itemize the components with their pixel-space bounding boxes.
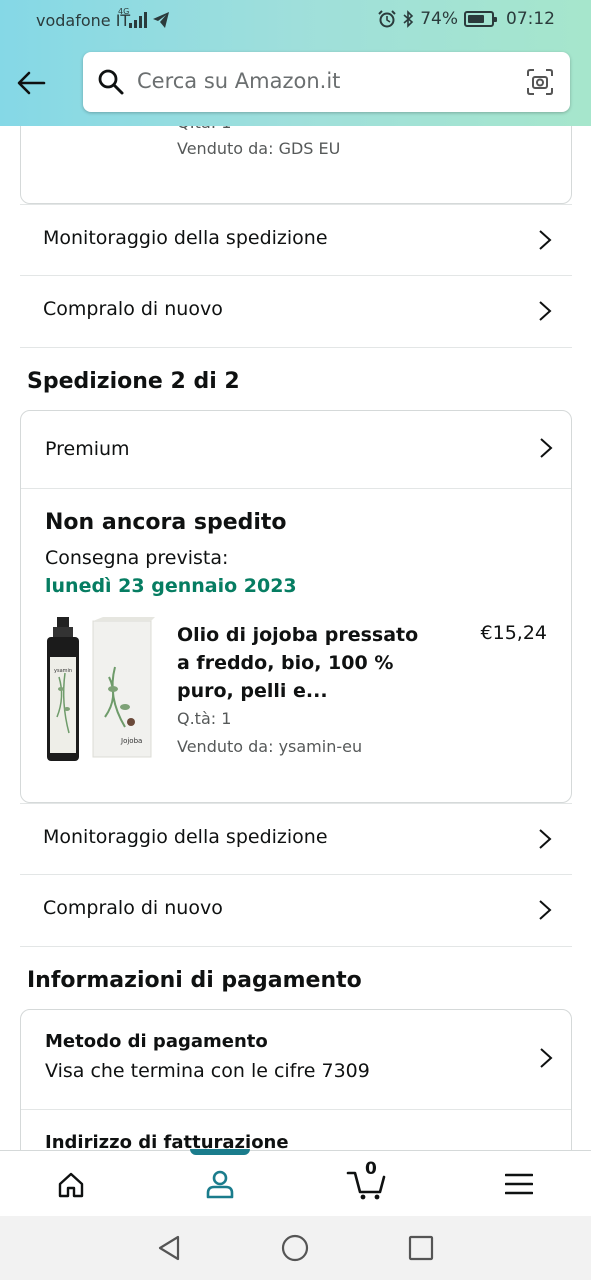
payment-card: Metodo di pagamento Visa che termina con… (20, 1009, 572, 1150)
chevron-right-icon (540, 438, 553, 458)
chevron-right-icon (539, 301, 552, 321)
delivery-label: Consegna prevista: (45, 547, 229, 569)
product-price: €15,24 (480, 622, 547, 644)
product-name[interactable]: Olio di jojoba pressato a freddo, bio, 1… (177, 621, 427, 705)
search-input[interactable]: Cerca su Amazon.it (137, 69, 340, 93)
status-right: 74% 07:12 (378, 9, 555, 29)
nav-cart[interactable]: 0 (318, 1151, 418, 1217)
search-icon (98, 69, 124, 95)
premium-row[interactable]: Premium (21, 411, 571, 489)
buy-again-label: Compralo di nuovo (43, 897, 223, 919)
system-recents-icon[interactable] (408, 1235, 434, 1261)
payment-method-row[interactable]: Metodo di pagamento Visa che termina con… (21, 1010, 571, 1110)
home-icon (58, 1172, 84, 1198)
payment-title: Informazioni di pagamento (27, 968, 362, 993)
status-bar: vodafone IT 4G 74% 07:12 (0, 0, 591, 42)
bottom-nav: 0 (0, 1149, 591, 1217)
tracking-row-shipment2[interactable]: Monitoraggio della spedizione (20, 803, 572, 875)
shipment-status: Non ancora spedito (45, 510, 287, 535)
account-icon (206, 1170, 234, 1199)
battery-icon (464, 11, 497, 27)
product-qty: Q.tà: 1 (177, 709, 232, 728)
buy-again-row-shipment1[interactable]: Compralo di nuovo (20, 276, 572, 348)
signal-icon (129, 12, 147, 28)
nav-menu[interactable] (467, 1151, 567, 1217)
active-indicator (190, 1149, 250, 1155)
chevron-right-icon (540, 1048, 553, 1068)
billing-address-label[interactable]: Indirizzo di fatturazione (45, 1132, 289, 1150)
nav-account[interactable] (175, 1149, 275, 1217)
product-image[interactable]: Jojoba ysamin (43, 617, 155, 761)
buy-again-row-shipment2[interactable]: Compralo di nuovo (20, 875, 572, 947)
chevron-right-icon (539, 900, 552, 920)
delivery-date: lunedì 23 gennaio 2023 (45, 575, 297, 597)
system-nav-bar (0, 1216, 591, 1280)
chevron-right-icon (539, 230, 552, 250)
nav-home[interactable] (21, 1151, 121, 1217)
payment-method-label: Metodo di pagamento (45, 1031, 268, 1052)
tracking-label: Monitoraggio della spedizione (43, 826, 328, 848)
clock: 07:12 (506, 9, 555, 29)
system-back-icon[interactable] (156, 1234, 182, 1262)
chevron-right-icon (539, 829, 552, 849)
shipment2-card: Premium Non ancora spedito Consegna prev… (20, 410, 572, 803)
alarm-icon (378, 10, 396, 28)
buy-again-label: Compralo di nuovo (43, 298, 223, 320)
item-seller: Venduto da: GDS EU (177, 139, 341, 158)
box-product-text: Jojoba (120, 737, 142, 745)
battery-percent: 74% (420, 9, 458, 29)
menu-icon (505, 1173, 533, 1195)
telegram-icon (153, 12, 169, 28)
tracking-label: Monitoraggio della spedizione (43, 227, 328, 249)
network-type: 4G (118, 7, 130, 16)
search-bar[interactable]: Cerca su Amazon.it (83, 52, 570, 112)
shipment2-title: Spedizione 2 di 2 (27, 369, 240, 394)
back-arrow-icon[interactable] (14, 66, 48, 100)
carrier-name: vodafone IT (36, 11, 131, 30)
premium-label: Premium (45, 438, 130, 460)
order-details-content[interactable]: Q.tà: 1 Venduto da: GDS EU Monitoraggio … (0, 0, 591, 1150)
cart-count: 0 (365, 1159, 377, 1179)
app-header: vodafone IT 4G 74% 07:12 Cerca su Amazon… (0, 0, 591, 126)
product-seller: Venduto da: ysamin-eu (177, 737, 363, 756)
system-home-icon[interactable] (281, 1234, 309, 1262)
payment-method-value: Visa che termina con le cifre 7309 (45, 1060, 370, 1082)
bluetooth-icon (403, 10, 414, 28)
tracking-row-shipment1[interactable]: Monitoraggio della spedizione (20, 204, 572, 276)
camera-search-icon[interactable] (526, 68, 554, 96)
bottle-brand-text: ysamin (54, 668, 72, 674)
